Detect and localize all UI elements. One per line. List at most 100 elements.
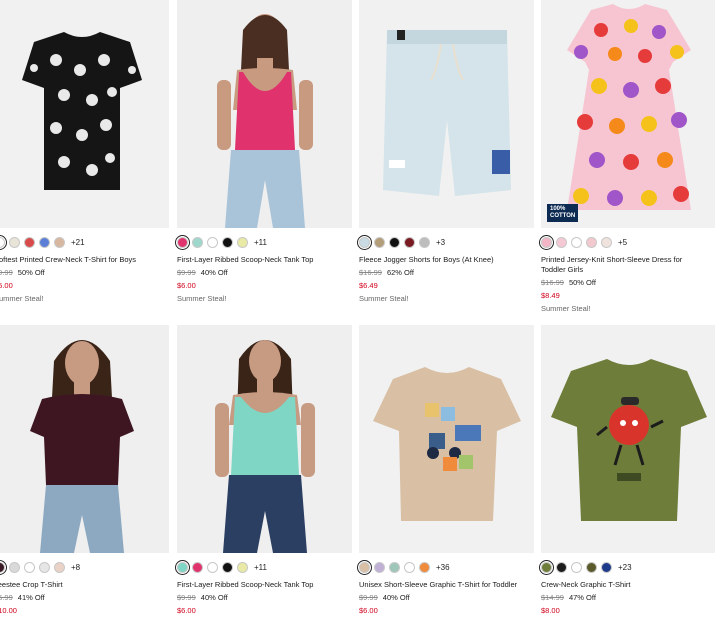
color-swatches: +36: [357, 560, 534, 575]
color-swatch[interactable]: [374, 237, 385, 248]
color-swatch[interactable]: [207, 237, 218, 248]
color-swatch[interactable]: [24, 562, 35, 573]
color-swatch[interactable]: [192, 562, 203, 573]
price-row: $6.99 41% Off: [0, 593, 169, 603]
more-colors-count[interactable]: +36: [436, 563, 450, 572]
product-title[interactable]: Printed Jersey-Knit Short-Sleeve Dress f…: [541, 255, 701, 275]
color-swatch[interactable]: [556, 562, 567, 573]
color-swatch[interactable]: [175, 235, 190, 250]
color-swatch[interactable]: [404, 237, 415, 248]
product-image[interactable]: [0, 325, 169, 553]
sale-price: $6.49: [359, 281, 378, 290]
color-swatch[interactable]: [389, 237, 400, 248]
discount-label: 40% Off: [200, 593, 228, 602]
color-swatch[interactable]: [54, 237, 65, 248]
color-swatch[interactable]: [374, 562, 385, 573]
product-card[interactable]: +11 First-Layer Ribbed Scoop-Neck Tank T…: [175, 0, 352, 304]
product-image[interactable]: 100% COTTON: [541, 0, 715, 228]
discount-label: 40% Off: [382, 593, 410, 602]
color-swatch[interactable]: [39, 562, 50, 573]
color-swatch[interactable]: [39, 237, 50, 248]
product-image[interactable]: [0, 0, 169, 228]
color-swatch[interactable]: [389, 562, 400, 573]
color-swatch[interactable]: [586, 237, 597, 248]
price-row: $9.99 40% Off: [177, 593, 352, 603]
color-swatches: +8: [0, 560, 169, 575]
product-card[interactable]: +21 Softest Printed Crew-Neck T-Shirt fo…: [0, 0, 169, 304]
color-swatch[interactable]: [222, 562, 233, 573]
color-swatch[interactable]: [404, 562, 415, 573]
more-colors-count[interactable]: +5: [618, 238, 627, 247]
color-swatch[interactable]: [0, 560, 7, 575]
color-swatch[interactable]: [222, 237, 233, 248]
product-title[interactable]: Teestee Crop T-Shirt: [0, 580, 169, 590]
product-card[interactable]: +8 Teestee Crop T-Shirt $6.99 41% Off $10…: [0, 325, 169, 616]
product-image[interactable]: [359, 0, 534, 228]
color-swatch[interactable]: [556, 237, 567, 248]
more-colors-count[interactable]: +8: [71, 563, 80, 572]
product-title[interactable]: Crew-Neck Graphic T-Shirt: [541, 580, 715, 590]
product-image[interactable]: [177, 0, 352, 228]
original-price: $9.99: [177, 268, 196, 277]
color-swatch[interactable]: [571, 562, 582, 573]
badge-line: 100%: [550, 206, 566, 212]
product-card[interactable]: +3 Fleece Jogger Shorts for Boys (At Kne…: [357, 0, 534, 304]
product-card[interactable]: +23 Crew-Neck Graphic T-Shirt $14.99 47% …: [539, 325, 715, 616]
color-swatch[interactable]: [419, 562, 430, 573]
original-price: $14.99: [541, 593, 564, 602]
product-title[interactable]: Fleece Jogger Shorts for Boys (At Knee): [359, 255, 534, 265]
original-price: $6.99: [0, 593, 13, 602]
product-image[interactable]: [359, 325, 534, 553]
discount-label: 50% Off: [568, 278, 596, 287]
color-swatch[interactable]: [9, 237, 20, 248]
sale-price: $6.00: [177, 606, 196, 615]
color-swatch[interactable]: [601, 237, 612, 248]
badge-line: COTTON: [550, 213, 576, 219]
discount-label: 62% Off: [386, 268, 414, 277]
sale-price: $8.49: [541, 291, 560, 300]
more-colors-count[interactable]: +3: [436, 238, 445, 247]
discount-label: 40% Off: [200, 268, 228, 277]
product-card[interactable]: +36 Unisex Short-Sleeve Graphic T-Shirt …: [357, 325, 534, 616]
color-swatch[interactable]: [175, 560, 190, 575]
product-card[interactable]: +11 First-Layer Ribbed Scoop-Neck Tank T…: [175, 325, 352, 616]
product-card[interactable]: 100% COTTON +5 Printed Jersey-Knit Short…: [539, 0, 715, 314]
color-swatch[interactable]: [207, 562, 218, 573]
color-swatch[interactable]: [237, 562, 248, 573]
product-image[interactable]: [541, 325, 715, 553]
product-title[interactable]: Unisex Short-Sleeve Graphic T-Shirt for …: [359, 580, 534, 590]
more-colors-count[interactable]: +11: [254, 238, 267, 247]
more-colors-count[interactable]: +21: [71, 238, 85, 247]
more-colors-count[interactable]: +11: [254, 563, 267, 572]
sale-price: $8.00: [541, 606, 560, 615]
promo-label: Summer Steal!: [177, 294, 227, 303]
price-row: $14.99 47% Off: [541, 593, 715, 603]
color-swatch[interactable]: [237, 237, 248, 248]
color-swatch[interactable]: [601, 562, 612, 573]
product-title[interactable]: First-Layer Ribbed Scoop-Neck Tank Top: [177, 255, 352, 265]
color-swatches: +21: [0, 235, 169, 250]
more-colors-count[interactable]: +23: [618, 563, 632, 572]
color-swatches: +5: [539, 235, 715, 250]
color-swatch[interactable]: [571, 237, 582, 248]
discount-label: 41% Off: [17, 593, 45, 602]
color-swatch[interactable]: [586, 562, 597, 573]
color-swatch[interactable]: [539, 235, 554, 250]
product-image[interactable]: [177, 325, 352, 553]
original-price: $9.99: [359, 593, 378, 602]
color-swatch[interactable]: [0, 235, 7, 250]
color-swatch[interactable]: [539, 560, 554, 575]
color-swatch[interactable]: [9, 562, 20, 573]
color-swatch[interactable]: [357, 235, 372, 250]
color-swatches: +11: [175, 560, 352, 575]
original-price: $16.99: [359, 268, 382, 277]
price-row: $16.99 50% Off: [541, 278, 715, 288]
product-title[interactable]: Softest Printed Crew-Neck T-Shirt for Bo…: [0, 255, 169, 265]
color-swatch[interactable]: [54, 562, 65, 573]
color-swatch[interactable]: [192, 237, 203, 248]
color-swatch[interactable]: [357, 560, 372, 575]
sale-price: $10.00: [0, 606, 17, 615]
product-title[interactable]: First-Layer Ribbed Scoop-Neck Tank Top: [177, 580, 352, 590]
color-swatch[interactable]: [419, 237, 430, 248]
color-swatch[interactable]: [24, 237, 35, 248]
